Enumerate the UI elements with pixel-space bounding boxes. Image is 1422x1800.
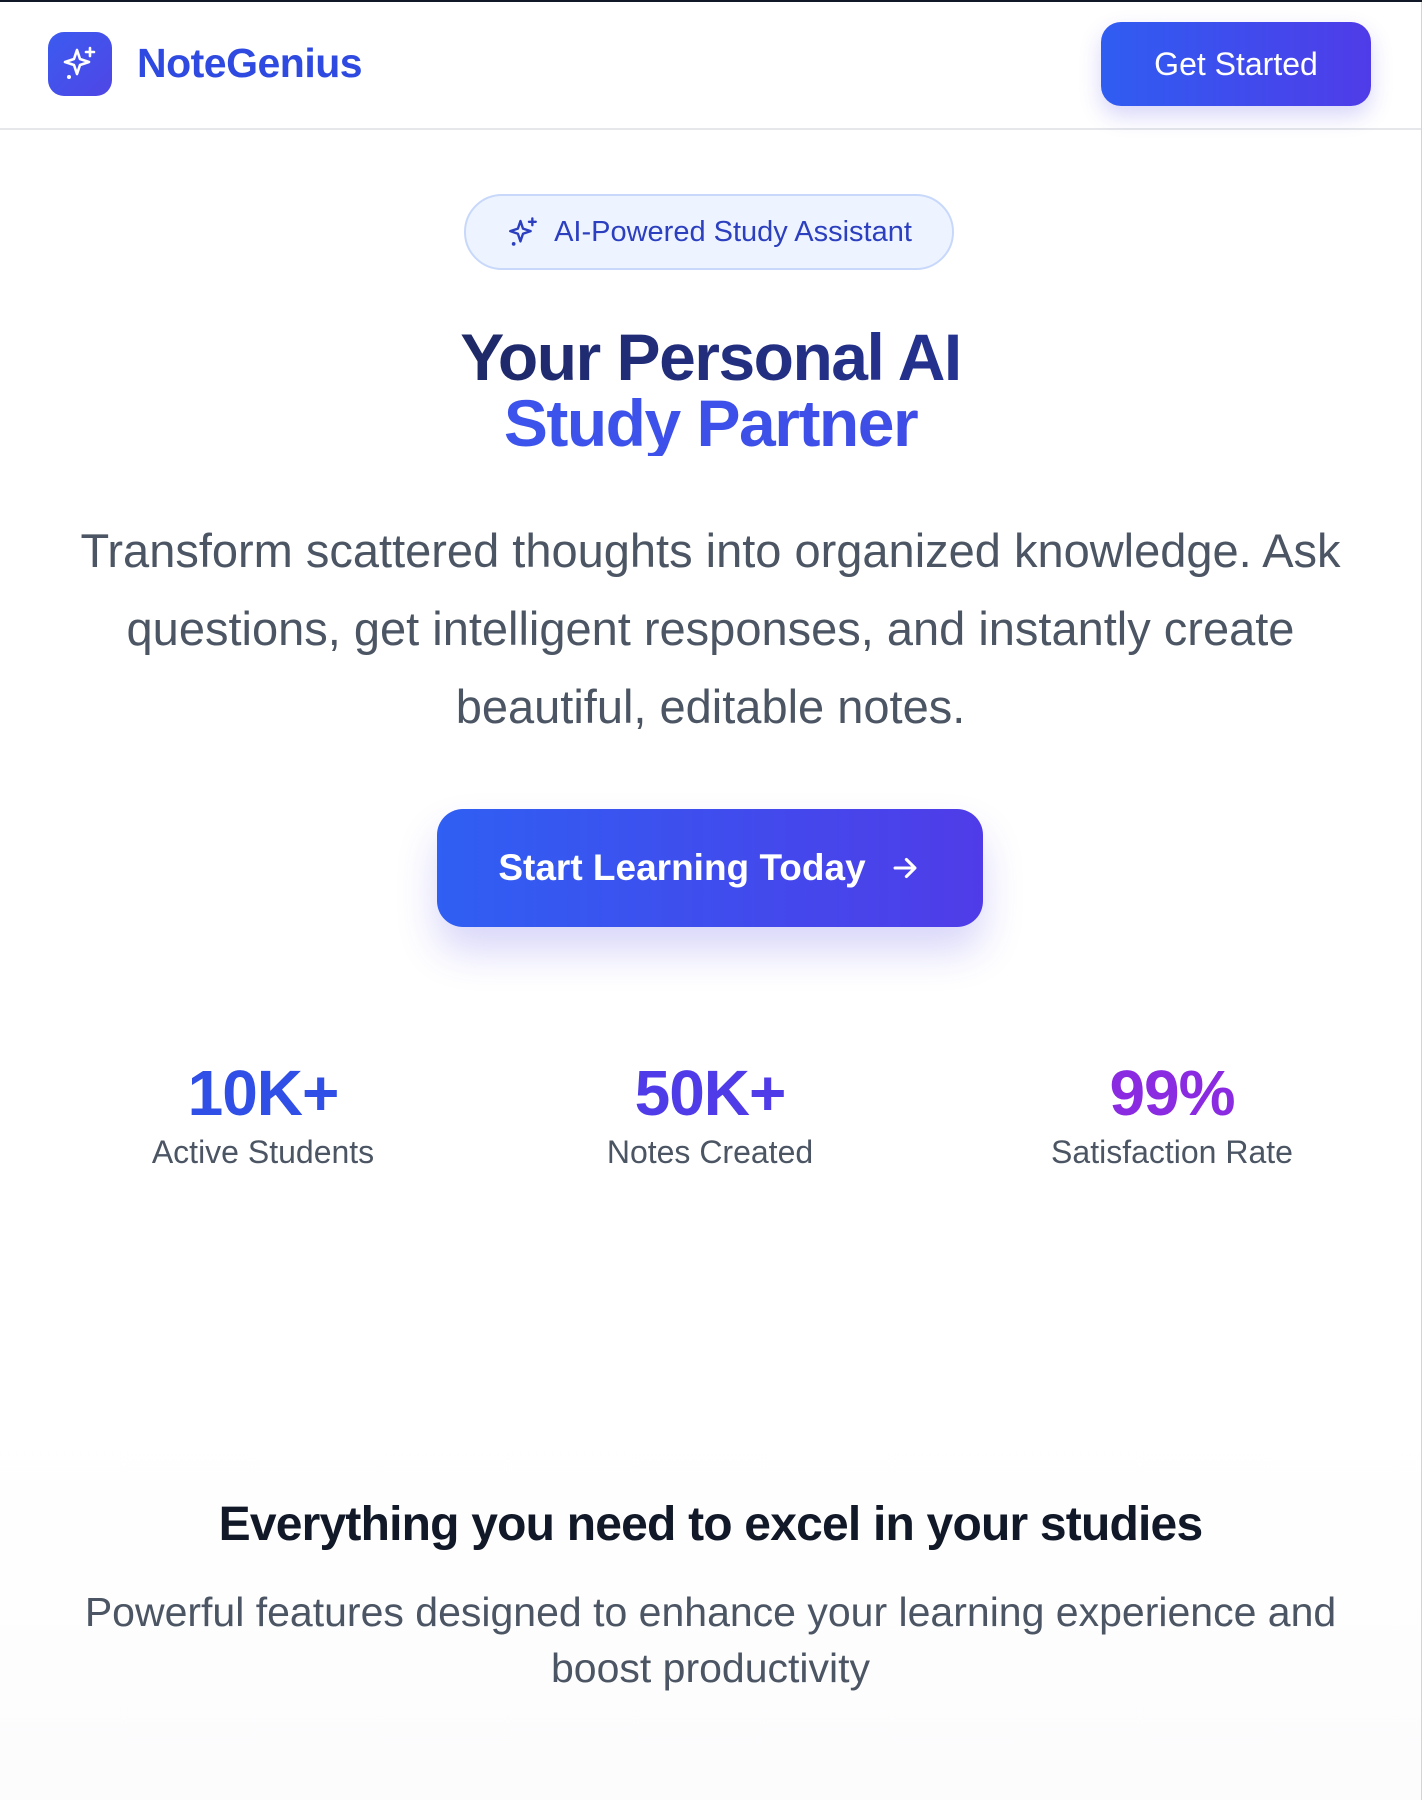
ai-badge: AI-Powered Study Assistant: [464, 194, 954, 270]
stat-label: Satisfaction Rate: [1051, 1134, 1293, 1170]
landing-page: NoteGenius Get Started AI-Powered Study …: [0, 0, 1422, 1800]
hero-description: Transform scattered thoughts into organi…: [80, 524, 1341, 733]
stat-label: Active Students: [151, 1134, 375, 1170]
stat-active-students: 10K+ Active Students: [53, 1058, 473, 1171]
sparkles-icon: [63, 46, 96, 79]
hero-title-line2: Study Partner: [0, 390, 1421, 456]
cta-label: Start Learning Today: [498, 847, 866, 888]
top-nav: NoteGenius Get Started: [0, 2, 1421, 130]
start-learning-button[interactable]: Start Learning Today: [437, 809, 983, 927]
badge-text: AI-Powered Study Assistant: [554, 215, 912, 248]
stat-label: Notes Created: [606, 1134, 814, 1170]
features-description: Powerful features designed to enhance yo…: [84, 1589, 1337, 1691]
brand-name[interactable]: NoteGenius: [137, 40, 363, 87]
hero-title: Your Personal AI Study Partner: [0, 324, 1421, 456]
hero-title-line1: Your Personal AI: [0, 324, 1421, 390]
features-title: Everything you need to excel in your stu…: [218, 1498, 1204, 1551]
stat-satisfaction-rate: 99% Satisfaction Rate: [962, 1058, 1382, 1171]
stat-value: 99%: [1109, 1057, 1235, 1129]
stat-value: 10K+: [187, 1057, 340, 1129]
stat-notes-created: 50K+ Notes Created: [500, 1058, 920, 1171]
get-started-button[interactable]: Get Started: [1101, 22, 1371, 106]
arrow-right-icon: [893, 857, 917, 879]
sparkles-icon: [509, 217, 538, 246]
logo-tile[interactable]: [48, 32, 112, 96]
stat-value: 50K+: [634, 1057, 787, 1129]
